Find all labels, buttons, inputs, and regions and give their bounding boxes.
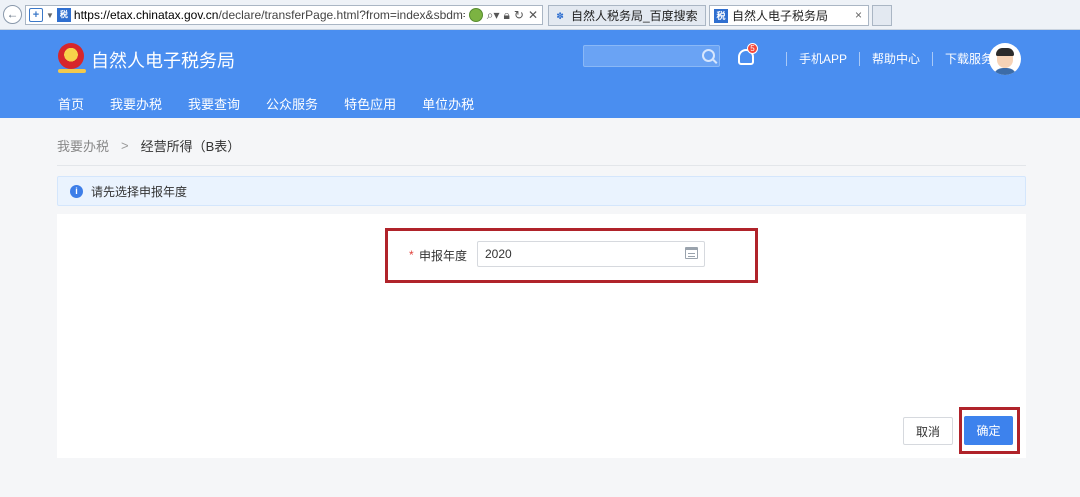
header-links: 手机APP 帮助中心 下载服务 <box>774 50 993 67</box>
nav-tax-handling[interactable]: 我要办税 <box>110 94 162 113</box>
url-text[interactable]: https://etax.chinatax.gov.cn/declare/tra… <box>74 8 465 22</box>
year-input[interactable] <box>477 241 705 267</box>
browser-toolbar: ← + ▼ 税 https://etax.chinatax.gov.cn/dec… <box>0 0 1080 30</box>
cancel-button[interactable]: 取消 <box>903 417 953 445</box>
nav-featured-apps[interactable]: 特色应用 <box>344 94 396 113</box>
info-notice: i 请先选择申报年度 <box>57 176 1026 206</box>
stop-icon[interactable]: ✕ <box>528 8 538 22</box>
divider <box>859 51 861 66</box>
nav-employer-tax[interactable]: 单位办税 <box>422 94 474 113</box>
chevron-down-icon[interactable]: ▼ <box>46 11 54 20</box>
search-input[interactable] <box>583 45 720 67</box>
calendar-icon[interactable] <box>685 247 698 259</box>
notice-text: 请先选择申报年度 <box>91 184 188 199</box>
baidu-paw-icon: ✽ <box>556 10 564 21</box>
site-favicon-icon: 税 <box>714 8 728 23</box>
address-bar[interactable]: + ▼ 税 https://etax.chinatax.gov.cn/decla… <box>25 5 543 25</box>
breadcrumb-current: 经营所得（B表） <box>140 139 241 154</box>
site-favicon-icon: 税 <box>56 8 71 22</box>
avatar[interactable] <box>989 43 1021 75</box>
tab-label: 自然人电子税务局 <box>732 9 829 23</box>
lock-icon[interactable]: 🔒︎ <box>503 8 509 23</box>
url-path: /declare/transferPage.html?from=index&sb… <box>218 8 464 22</box>
site-title[interactable]: 自然人电子税务局 <box>91 47 235 73</box>
chevron-right-icon: > <box>121 138 129 153</box>
confirm-button[interactable]: 确定 <box>964 416 1013 445</box>
site-header: 自然人电子税务局 5 手机APP 帮助中心 下载服务 首页 我要办税 我要查询 … <box>0 30 1080 118</box>
url-host: https://etax.chinatax.gov.cn <box>73 8 219 22</box>
download-service-link[interactable]: 下载服务 <box>945 50 993 67</box>
breadcrumb: 我要办税 > 经营所得（B表） <box>57 136 240 155</box>
info-icon: i <box>70 184 83 198</box>
help-center-link[interactable]: 帮助中心 <box>872 50 920 67</box>
new-tab-button[interactable] <box>872 5 892 26</box>
nav-query[interactable]: 我要查询 <box>188 94 240 113</box>
year-label: 申报年度 <box>419 249 468 263</box>
search-icon[interactable] <box>702 49 715 62</box>
divider <box>786 51 787 66</box>
search-icon[interactable]: ⌕▾ <box>487 8 500 23</box>
divider <box>57 165 1026 166</box>
divider <box>932 51 934 66</box>
browser-tab-baidu[interactable]: ✽ 自然人税务局_百度搜索 <box>548 5 706 26</box>
nav-public-services[interactable]: 公众服务 <box>266 94 318 113</box>
main-nav: 首页 我要办税 我要查询 公众服务 特色应用 单位办税 <box>58 94 500 113</box>
close-icon[interactable]: × <box>855 8 862 22</box>
security-shield-icon: + <box>29 8 43 22</box>
notification-badge: 5 <box>747 43 758 54</box>
nav-home[interactable]: 首页 <box>58 94 84 113</box>
tax-emblem-icon <box>58 43 84 69</box>
breadcrumb-parent[interactable]: 我要办税 <box>57 136 109 155</box>
tab-label: 自然人税务局_百度搜索 <box>571 9 698 23</box>
back-icon[interactable]: ← <box>3 5 22 24</box>
required-mark: * <box>409 248 414 262</box>
browser-tab-etax[interactable]: 税 自然人电子税务局 × <box>709 5 869 26</box>
mobile-app-link[interactable]: 手机APP <box>799 50 847 67</box>
emblem-ribbon <box>58 69 86 73</box>
refresh-icon[interactable]: ↻ <box>514 8 524 22</box>
compat-mode-icon[interactable] <box>468 8 483 22</box>
